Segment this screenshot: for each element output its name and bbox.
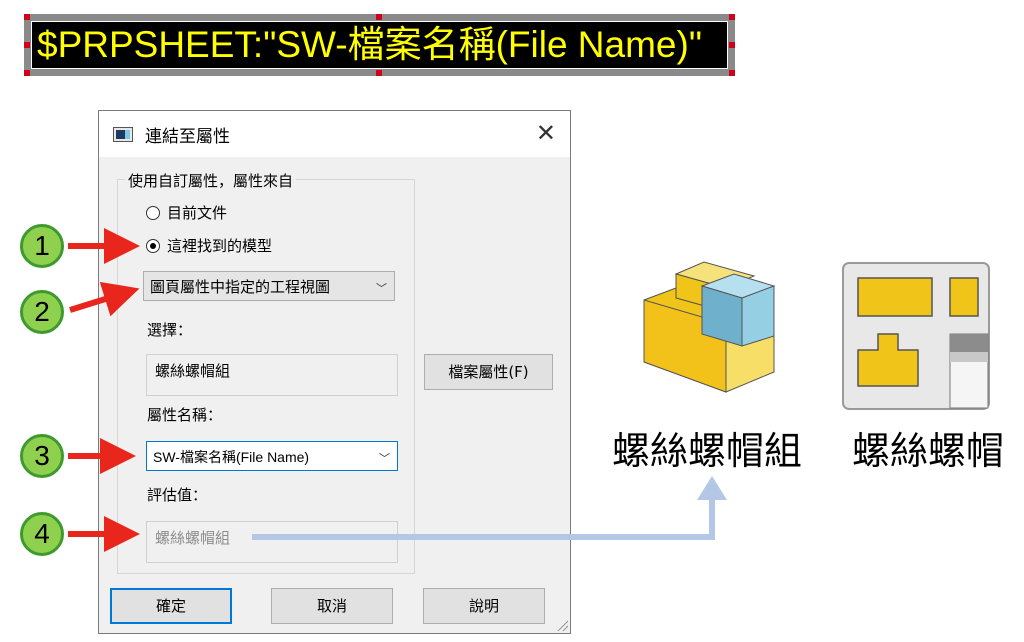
drawing-sheet-icon [842,262,990,410]
flow-connector-arrowhead [697,476,727,500]
red-arrow-2 [69,281,140,317]
callout-1: 1 [20,224,64,268]
flow-connector-line [252,498,715,540]
assembly-name-label: 螺絲螺帽組 [612,429,803,473]
callout-2: 2 [20,290,64,334]
callout-4: 4 [20,512,64,556]
drawing-name-label: 螺絲螺帽 [852,429,1005,473]
callout-3: 3 [20,434,64,478]
assembly-icon [643,261,776,393]
